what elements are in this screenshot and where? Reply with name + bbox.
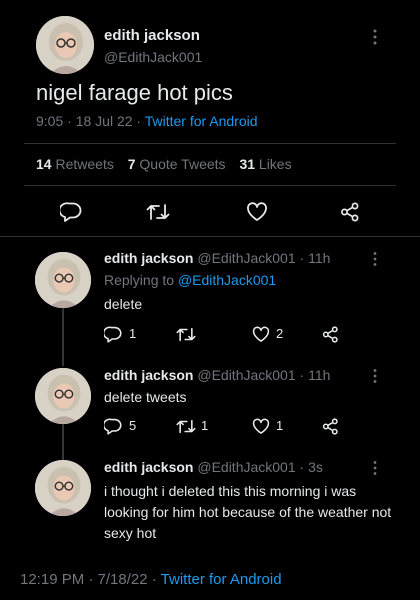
reply2-reply-count: 5: [129, 418, 137, 433]
reply3-author-name[interactable]: edith jackson: [104, 459, 193, 475]
like-icon[interactable]: [246, 202, 268, 222]
main-tweet-stats: 14 Retweets 7 Quote Tweets 31 Likes: [36, 156, 292, 172]
reply2-like-icon[interactable]: [252, 418, 270, 435]
footer-source[interactable]: Twitter for Android: [161, 571, 282, 588]
divider-2: [24, 185, 396, 186]
reply3-avatar[interactable]: [35, 460, 91, 516]
retweets-count: 14: [36, 156, 52, 172]
quotes-count: 7: [127, 156, 136, 172]
main-author-handle[interactable]: @EdithJack001: [104, 49, 202, 65]
main-tweet-time: 9:05 · 18 Jul 22 ·: [36, 113, 142, 129]
likes-count: 31: [239, 156, 256, 172]
reply2-reply-icon[interactable]: [104, 418, 122, 435]
avatar-photo: [35, 368, 91, 424]
quotes-stat[interactable]: 7 Quote Tweets: [128, 156, 230, 172]
footer-time: 12:19 PM · 7/18/22 ·: [20, 571, 157, 588]
footer-meta: 12:19 PM · 7/18/22 · Twitter for Android: [20, 571, 282, 588]
reply2-retweet-count: 1: [201, 418, 209, 433]
quotes-label: Quote Tweets: [139, 156, 226, 172]
reply1-meta: @EdithJack001 · 11h: [197, 250, 331, 266]
main-tweet-text: nigel farage hot pics: [36, 80, 233, 105]
avatar-photo: [36, 16, 94, 74]
divider-3: [0, 236, 420, 237]
reply1-avatar[interactable]: [35, 252, 91, 308]
main-author-name[interactable]: edith jackson: [104, 27, 200, 44]
reply1-header: edith jackson @EdithJack001 · 11h: [104, 250, 330, 266]
main-avatar[interactable]: [36, 16, 94, 74]
reply3-header: edith jackson @EdithJack001 · 3s: [104, 459, 323, 475]
reply-icon[interactable]: [60, 202, 82, 222]
likes-stat[interactable]: 31 Likes: [239, 156, 291, 172]
reply1-retweet-icon[interactable]: [176, 327, 196, 342]
reply1-like-count: 2: [276, 326, 284, 341]
reply2-more-icon[interactable]: [372, 368, 378, 384]
reply2-like-count: 1: [276, 418, 284, 433]
reply1-more-icon[interactable]: [372, 251, 378, 267]
retweets-stat[interactable]: 14 Retweets: [36, 156, 118, 172]
reply2-share-icon[interactable]: [322, 418, 339, 435]
main-tweet-source[interactable]: Twitter for Android: [145, 113, 258, 129]
reply3-text: i thought i deleted this this morning i …: [104, 483, 392, 541]
reply1-replying-to: Replying to @EdithJack001: [104, 272, 276, 288]
divider-1: [24, 143, 396, 144]
thread-line-1: [62, 308, 64, 366]
reply1-reply-icon[interactable]: [104, 326, 122, 343]
retweets-label: Retweets: [55, 156, 114, 172]
avatar-photo: [35, 252, 91, 308]
reply1-author-name[interactable]: edith jackson: [104, 250, 193, 266]
reply2-header: edith jackson @EdithJack001 · 11h: [104, 367, 330, 383]
reply3-more-icon[interactable]: [372, 460, 378, 476]
reply1-text: delete: [104, 296, 143, 312]
reply2-text: delete tweets: [104, 389, 187, 405]
reply2-author-name[interactable]: edith jackson: [104, 367, 193, 383]
main-more-icon[interactable]: [372, 28, 378, 46]
thread-line-2: [62, 424, 64, 460]
reply1-like-icon[interactable]: [252, 326, 270, 343]
main-tweet-meta: 9:05 · 18 Jul 22 · Twitter for Android: [36, 113, 258, 129]
reply1-reply-count: 1: [129, 326, 137, 341]
likes-label: Likes: [258, 156, 292, 172]
reply2-avatar[interactable]: [35, 368, 91, 424]
reply3-meta: @EdithJack001 · 3s: [197, 459, 323, 475]
share-icon[interactable]: [340, 202, 360, 222]
retweet-icon[interactable]: [146, 203, 170, 221]
avatar-photo: [35, 460, 91, 516]
reply2-retweet-icon[interactable]: [176, 419, 196, 434]
replying-to-handle[interactable]: @EdithJack001: [178, 272, 276, 288]
replying-to-label: Replying to: [104, 272, 175, 288]
reply1-share-icon[interactable]: [322, 326, 339, 343]
reply2-meta: @EdithJack001 · 11h: [197, 367, 331, 383]
